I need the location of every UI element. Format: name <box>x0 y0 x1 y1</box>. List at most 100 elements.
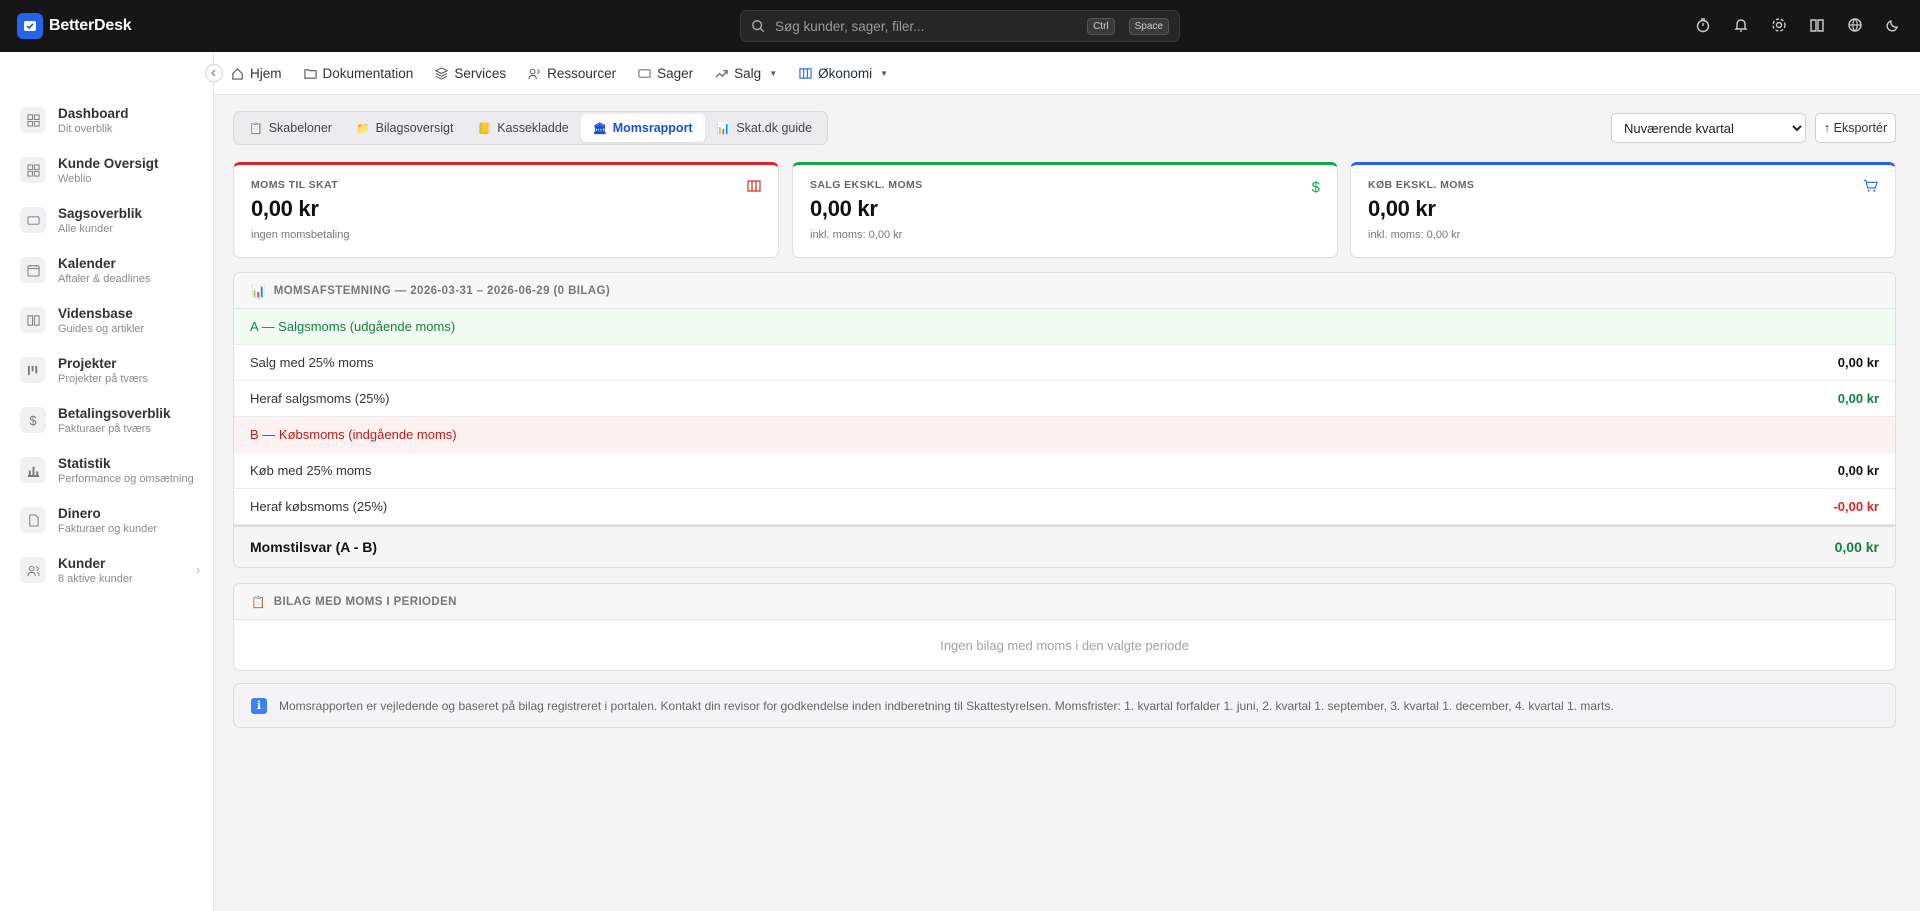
columns-icon <box>747 179 761 193</box>
sidebar-item-subtitle: Aftaler & deadlines <box>58 272 151 285</box>
stat-value: 0,00 kr <box>1368 196 1436 221</box>
table-row: Heraf købsmoms (25%) -0,00 kr <box>234 489 1895 525</box>
users-icon <box>528 68 540 79</box>
table-row: Køb med 25% moms 0,00 kr <box>234 453 1895 489</box>
nav-item-salg[interactable]: Salg ▼ <box>715 66 777 81</box>
ticket-icon <box>638 68 651 78</box>
nav-item-okonomi[interactable]: Økonomi ▼ <box>799 66 888 81</box>
dollar-icon: $ <box>20 407 46 433</box>
row-value: 0,00 kr <box>1837 463 1879 478</box>
shortcut-key-space: Space <box>1128 17 1169 35</box>
nav-item-dokumentation[interactable]: Dokumentation <box>303 65 414 81</box>
bell-icon[interactable] <box>1730 14 1752 36</box>
row-label: Salg med 25% moms <box>250 355 374 370</box>
sidebar-collapse-button[interactable] <box>205 64 223 82</box>
info-note: i Momsrapporten er vejledende og baseret… <box>233 683 1896 728</box>
panel-header: 📋 BILAG MED MOMS I PERIODEN <box>234 584 1895 620</box>
users-icon <box>20 557 46 583</box>
info-text: Momsrapporten er vejledende og baseret p… <box>279 698 1614 713</box>
tab-momsrapport[interactable]: 🏛 Momsrapport <box>580 114 705 142</box>
sidebar-item-subtitle: 8 aktive kunder <box>58 572 133 585</box>
stat-card-purchases: KØB EKSKL. MOMS 0,00 kr inkl. moms: 0,00… <box>1350 162 1896 258</box>
chart-icon: 📊 <box>251 285 266 298</box>
top-bar: BetterDesk Søg kunder, sager, filer... C… <box>0 0 1920 52</box>
sidebar-item-subtitle: Projekter på tværs <box>58 372 148 385</box>
total-label: Momstilsvar (A - B) <box>250 539 378 555</box>
vat-vouchers-panel: 📋 BILAG MED MOMS I PERIODEN Ingen bilag … <box>233 583 1896 671</box>
bar-chart-icon <box>20 457 46 483</box>
tab-label: Kassekladde <box>497 121 569 135</box>
search-input[interactable]: Søg kunder, sager, filer... <box>775 19 1073 34</box>
gear-icon[interactable] <box>1768 14 1790 36</box>
sidebar-item-subtitle: Guides og artikler <box>58 322 145 335</box>
nav-item-sager[interactable]: Sager <box>638 66 693 81</box>
tab-kassekladde[interactable]: 📒 Kassekladde <box>465 114 580 142</box>
nav-label: Hjem <box>250 65 282 81</box>
timer-icon[interactable] <box>1692 14 1714 36</box>
sidebar: Dashboard Dit overblik Kunde Oversigt Webl… <box>0 52 214 911</box>
grid-icon <box>20 157 46 183</box>
trend-icon <box>715 69 728 78</box>
moon-icon[interactable] <box>1882 14 1904 36</box>
tab-skat-guide[interactable]: 📊 Skat.dk guide <box>705 114 824 142</box>
table-row: Salg med 25% moms 0,00 kr <box>234 345 1895 381</box>
sidebar-item-projekter[interactable]: Projekter Projekter på tværs <box>20 350 200 390</box>
sidebar-item-title: Kalender <box>58 255 116 271</box>
period-select[interactable]: Nuværende kvartal <box>1611 113 1806 143</box>
sidebar-item-title: Vidensbase <box>58 305 133 321</box>
nav-label: Salg <box>734 65 762 81</box>
sidebar-item-kunde-oversigt[interactable]: Kunde Oversigt Weblio <box>20 150 200 190</box>
stat-value: 0,00 kr <box>810 196 878 221</box>
total-row: Momstilsvar (A - B) 0,00 kr <box>234 525 1895 567</box>
stat-label: MOMS TIL SKAT <box>251 179 339 191</box>
sidebar-item-kunder[interactable]: Kunder 8 aktive kunder › <box>20 550 200 590</box>
sidebar-item-title: Kunder <box>58 555 106 571</box>
sidebar-item-dinero[interactable]: Dinero Fakturaer og kunder <box>20 500 200 540</box>
section-label: A — Salgsmoms (udgående moms) <box>250 319 456 334</box>
layers-icon <box>435 66 449 80</box>
stat-card-sales: SALG EKSKL. MOMS 0,00 kr inkl. moms: 0,0… <box>792 162 1338 258</box>
total-value: 0,00 kr <box>1834 539 1879 555</box>
sidebar-item-title: Sagsoverblik <box>58 205 143 221</box>
sidebar-item-kalender[interactable]: Kalender Aftaler & deadlines <box>20 250 200 290</box>
export-button[interactable]: ↑ Eksportér <box>1815 113 1896 143</box>
sidebar-item-sagsoverblik[interactable]: Sagsoverblik Alle kunder <box>20 200 200 240</box>
globe-icon[interactable] <box>1844 14 1866 36</box>
vat-reconciliation-panel: 📊 MOMSAFSTEMNING — 2026-03-31 – 2026-06-… <box>233 272 1896 568</box>
global-search[interactable]: Søg kunder, sager, filer... Ctrl Space <box>740 10 1180 42</box>
nav-label: Dokumentation <box>322 65 414 81</box>
caret-down-icon: ▼ <box>769 68 778 78</box>
chevron-right-icon[interactable]: › <box>196 563 200 577</box>
stat-subtext: ingen momsbetaling <box>251 229 350 241</box>
sidebar-item-vidensbase[interactable]: Vidensbase Guides og artikler <box>20 300 200 340</box>
panel-title: BILAG MED MOMS I PERIODEN <box>273 595 457 608</box>
nav-item-hjem[interactable]: Hjem <box>231 66 282 81</box>
book-icon[interactable] <box>1806 14 1828 36</box>
row-value: -0,00 kr <box>1833 499 1879 514</box>
nav-label: Ressourcer <box>547 65 617 81</box>
ledger-icon: 📒 <box>477 122 492 135</box>
table-row: Heraf salgsmoms (25%) 0,00 kr <box>234 381 1895 417</box>
clipboard-icon: 📋 <box>249 122 263 135</box>
nav-item-ressourcer[interactable]: Ressourcer <box>528 66 616 81</box>
sidebar-item-betalingsoverblik[interactable]: $ Betalingsoverblik Fakturaer på tværs <box>20 400 200 440</box>
sidebar-item-statistik[interactable]: Statistik Performance og omsætning <box>20 450 200 490</box>
search-icon <box>752 20 765 33</box>
sidebar-item-dashboard[interactable]: Dashboard Dit overblik <box>20 100 200 140</box>
logo-icon <box>17 13 43 39</box>
sidebar-item-subtitle: Performance og omsætning <box>58 472 194 485</box>
panel-title: MOMSAFSTEMNING — 2026-03-31 – 2026-06-29… <box>273 284 611 297</box>
sidebar-item-subtitle: Weblio <box>58 172 92 185</box>
nav-item-services[interactable]: Services <box>435 66 506 81</box>
stat-value: 0,00 kr <box>251 196 319 221</box>
nav-label: Sager <box>657 65 694 81</box>
sidebar-item-title: Statistik <box>58 455 111 471</box>
folder-icon: 📁 <box>355 122 370 135</box>
section-label: B — Købsmoms (indgående moms) <box>250 427 457 442</box>
stat-card-vat-to-pay: MOMS TIL SKAT 0,00 kr ingen momsbetaling <box>233 162 779 258</box>
tab-bilagsoversigt[interactable]: 📁 Bilagsoversigt <box>344 114 466 142</box>
economy-tabs: 📋 Skabeloner 📁 Bilagsoversigt 📒 Kassekladde… <box>233 111 829 145</box>
tab-skabeloner[interactable]: 📋 Skabeloner <box>237 114 344 142</box>
dollar-icon: $ <box>1311 179 1320 196</box>
app-logo[interactable]: BetterDesk <box>17 13 132 39</box>
